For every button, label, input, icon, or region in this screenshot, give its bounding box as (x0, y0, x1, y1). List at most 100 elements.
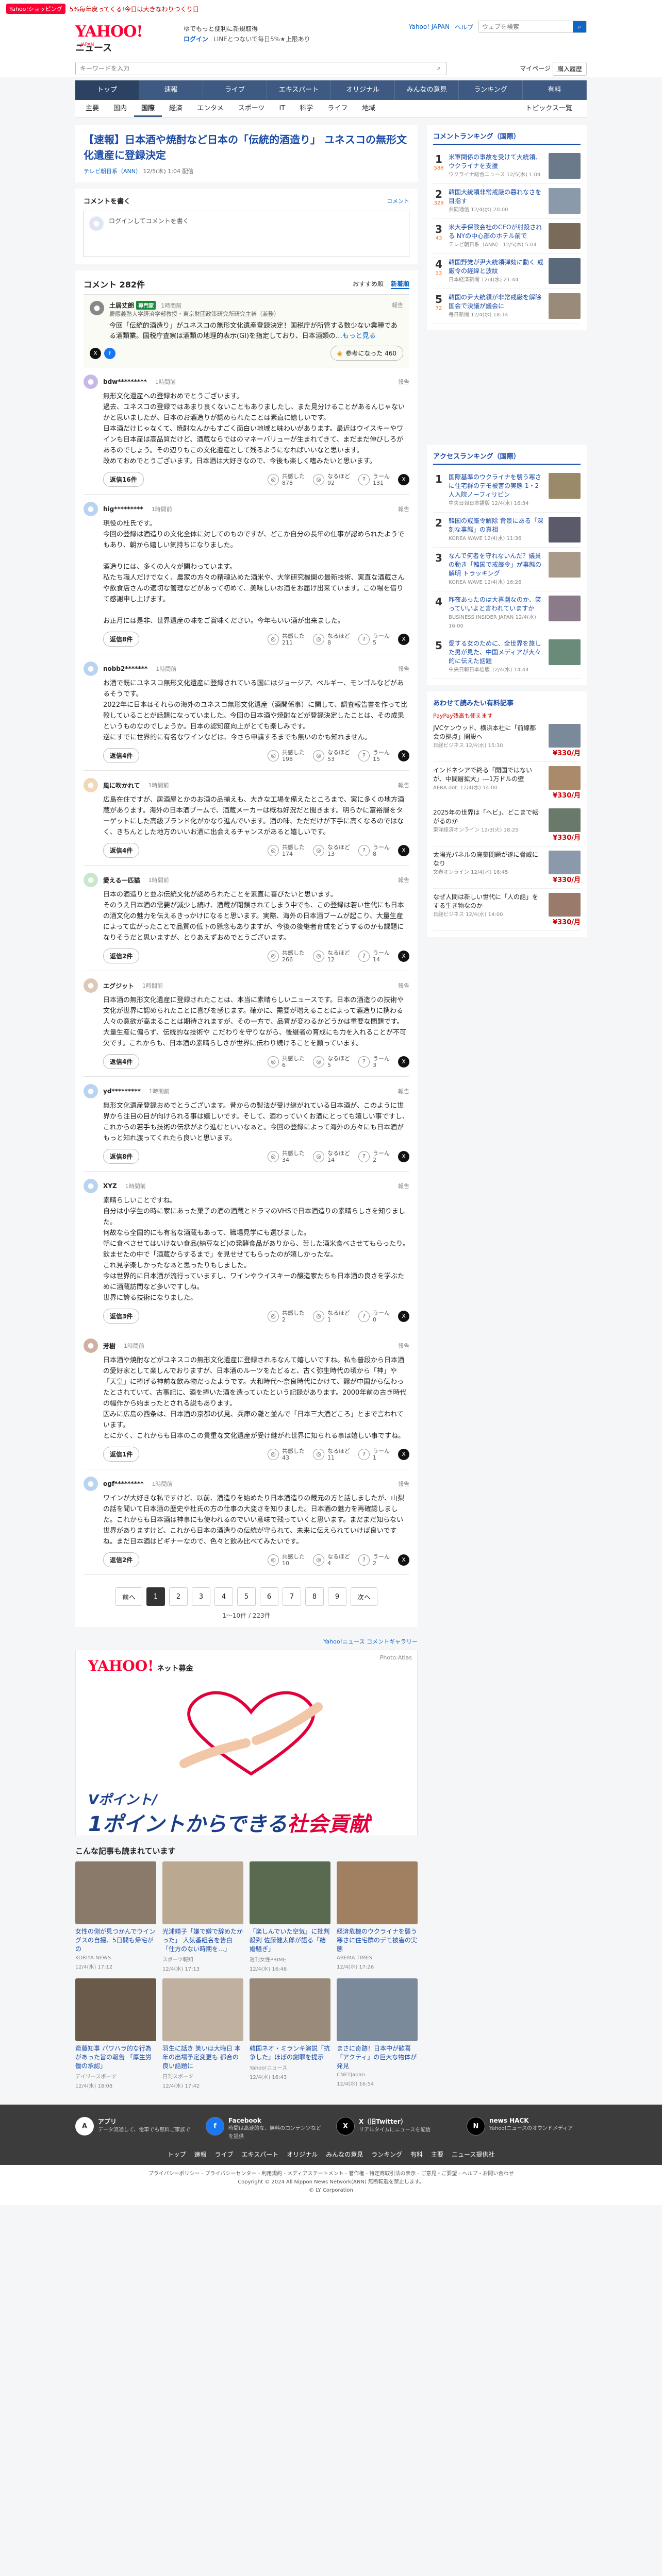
subnav-item[interactable]: 経済 (162, 100, 190, 117)
paid-article[interactable]: 2025年の世界は「ヘビ」、どこまで転がるのか 東洋経済オンライン 12/3(火)… (433, 804, 581, 846)
report-link[interactable]: 報告 (392, 301, 403, 309)
reaction-button[interactable]: ? うーん 15 (358, 749, 390, 762)
comment-user[interactable]: nobb2******* (103, 665, 147, 672)
ranking-item[interactable]: 1 588 米軍関係の事故を受けて大統領、ウクライナを支援 ウクライナ総合ニュース 1… (433, 149, 581, 184)
footer-link[interactable]: ランキング (371, 2150, 402, 2159)
expert-avatar[interactable]: ● (90, 301, 104, 315)
sort-newest[interactable]: 新着順 (390, 279, 409, 289)
subnav-item[interactable]: 国際 (134, 100, 162, 117)
footer-channel[interactable]: Nnews HACK Yahoo!ニュースのオウンドメディア (467, 2117, 587, 2141)
footer-channel[interactable]: A アプリ データ流通して、電車でも無料ご家族で (75, 2117, 195, 2141)
reaction-button[interactable]: ? うーん 8 (358, 844, 390, 857)
page-button[interactable]: 6 (260, 1587, 278, 1606)
x-share-icon[interactable]: X (398, 844, 409, 856)
facebook-share-icon[interactable]: f (104, 347, 115, 359)
expert-name[interactable]: 土居丈朗 (109, 302, 134, 309)
reply-button[interactable]: 返信1件 (103, 1447, 140, 1462)
report-link[interactable]: 報告 (398, 378, 409, 386)
reaction-button[interactable]: ? うーん 2 (358, 1553, 390, 1567)
page-button[interactable]: 1 (146, 1587, 165, 1606)
comment-user[interactable]: XYZ (103, 1182, 117, 1190)
report-link[interactable]: 報告 (398, 665, 409, 673)
rec-article[interactable]: まさに奇跡！日本中が歓喜「アクティ」の巨大な物体が発見 CNETJapan 12/4… (337, 1978, 418, 2089)
article-title[interactable]: 【速報】日本酒や焼酎など日本の「伝統的酒造り」 ユネスコの無形文化遺産に登録決定 (84, 132, 409, 163)
reaction-button[interactable]: ◎ なるほど 11 (313, 1448, 350, 1461)
promo-bar[interactable]: Yahoo!ショッピング 5%毎年戻ってくる!今日は大きなわりつくり日 (0, 0, 662, 18)
reaction-button[interactable]: ◎ 共感した 174 (268, 844, 305, 857)
x-share-icon[interactable]: X (398, 473, 409, 485)
paid-article[interactable]: なぜ人間は新しい世代に「人の話」をする生き物なのか 日経ビジネス 12/4(水) … (433, 889, 581, 931)
subnav-item[interactable]: 地域 (355, 100, 383, 117)
mypage-link[interactable]: マイページ (520, 64, 551, 73)
x-share-icon[interactable]: X (398, 633, 409, 645)
reaction-button[interactable]: ◎ なるほど 14 (313, 1150, 350, 1163)
avatar[interactable]: ● (84, 978, 98, 993)
rec-article[interactable]: 羽生に話き 笑いは大晦日 本年の出場予定変更も 都合の良い話題に 日刊スポーツ 12… (162, 1978, 243, 2089)
page-button[interactable]: 3 (192, 1587, 210, 1606)
footer-policy-links[interactable]: プライバシーポリシー - プライバシーセンター - 利用規約 - メディアステー… (0, 2170, 662, 2178)
comment-user[interactable]: yd********* (103, 1088, 141, 1095)
reaction-button[interactable]: ◎ 共感した 6 (268, 1055, 305, 1069)
x-share-icon[interactable]: X (398, 1150, 409, 1162)
footer-link[interactable]: ニュース提供社 (452, 2150, 494, 2159)
reply-button[interactable]: 返信4件 (103, 1054, 140, 1069)
reaction-button[interactable]: ◎ 共感した 266 (268, 950, 305, 963)
reply-button[interactable]: 返信4件 (103, 843, 140, 858)
paid-article[interactable]: インドネシアで終る「開国ではないが、中間層拡大」---1万ドルの壁 AERA do… (433, 762, 581, 804)
footer-link[interactable]: オリジナル (287, 2150, 318, 2159)
reaction-button[interactable]: ? うーん 1 (358, 1448, 390, 1461)
reaction-button[interactable]: ◎ なるほど 53 (313, 749, 350, 762)
comment-login-box[interactable]: ● ログインしてコメントを書く (84, 211, 409, 257)
comment-user[interactable]: エグジット (103, 981, 134, 990)
yahoo-news-logo[interactable]: YAHOO! ニュース JAPAN (75, 23, 147, 54)
reaction-button[interactable]: ◎ なるほど 5 (313, 1055, 350, 1069)
rec-article[interactable]: 「楽しんでいた空気」に批判殺到 佐藤健太郎が語る「結婚騒ぎ」 週刊女性PRIME 1… (250, 1861, 330, 1972)
ranking-item[interactable]: 5 72 韓国の尹大統領が非常戒厳を解除 国会で決議が議会に 毎日新聞 12/4(水)… (433, 289, 581, 324)
footer-link[interactable]: 有料 (410, 2150, 423, 2159)
reaction-button[interactable]: ◎ なるほど 4 (313, 1553, 350, 1567)
footer-link[interactable]: みんなの意見 (326, 2150, 363, 2159)
rec-article[interactable]: 韓国ネオ・ミランキ演説「抗争した」ほぼの謝罪を提示 Yahoo!ニュース 12/4(… (250, 1978, 330, 2089)
subnav-item[interactable]: 主要 (78, 100, 106, 117)
reaction-button[interactable]: ? うーん 14 (358, 950, 390, 963)
ranking-item[interactable]: 5 愛する女のために、全世界を旅した男が見た、中国メディアが大々的に伝えた話題 中央… (433, 635, 581, 679)
reaction-button[interactable]: ◎ 共感した 10 (268, 1553, 305, 1567)
x-share-icon[interactable]: X (398, 1554, 409, 1566)
page-button[interactable]: 9 (328, 1587, 346, 1606)
ranking-item[interactable]: 4 33 韓国野党が尹大統領弾劾に動く 戒厳令の経緯と波紋 日本経済新聞 12/4(水… (433, 254, 581, 289)
avatar[interactable]: ● (84, 1084, 98, 1098)
article-source[interactable]: テレビ朝日系（ANN） (84, 168, 141, 175)
reply-button[interactable]: 返信4件 (103, 748, 140, 763)
line-link[interactable]: LINEとつないで毎日5%★上限あり (213, 36, 310, 43)
report-link[interactable]: 報告 (398, 1480, 409, 1488)
next-page-button[interactable]: 次へ (351, 1587, 377, 1606)
report-link[interactable]: 報告 (398, 1087, 409, 1095)
reaction-button[interactable]: ◎ 共感した 878 (268, 473, 305, 486)
reaction-button[interactable]: ◎ なるほど 1 (313, 1310, 350, 1323)
ranking-item[interactable]: 4 昨夜あったのは大喜劇なのか、笑っていいよと言われていますか BUSINESS I… (433, 591, 581, 635)
reaction-button[interactable]: ? うーん 2 (358, 1150, 390, 1163)
paid-article[interactable]: JVCケンウッド、横浜本社に「前線都会の拠点」開設へ 日経ビジネス 12/4(水)… (433, 720, 581, 762)
avatar[interactable]: ● (84, 1477, 98, 1491)
reply-button[interactable]: 返信8件 (103, 1149, 140, 1164)
page-button[interactable]: 8 (305, 1587, 324, 1606)
report-link[interactable]: 報告 (398, 981, 409, 990)
footer-link[interactable]: 速報 (194, 2150, 207, 2159)
page-button[interactable]: 2 (169, 1587, 188, 1606)
x-share-icon[interactable]: X (398, 750, 409, 761)
expert-more-link[interactable]: もっと見る (342, 332, 376, 340)
x-share-icon[interactable]: X (398, 950, 409, 962)
comment-user[interactable]: 愛える一匹猫 (103, 876, 140, 885)
subnav-item[interactable]: エンタメ (190, 100, 231, 117)
reaction-button[interactable]: ◎ なるほど 92 (313, 473, 350, 486)
news-search-input[interactable] (76, 62, 432, 75)
nav-item[interactable]: エキスパート (267, 80, 331, 100)
comment-guide-link[interactable]: コメント (387, 197, 409, 205)
report-link[interactable]: 報告 (398, 876, 409, 884)
reply-button[interactable]: 返信2件 (103, 1552, 140, 1567)
nav-item[interactable]: みんなの意見 (395, 80, 459, 100)
x-share-icon[interactable]: X (398, 1310, 409, 1322)
footer-link[interactable]: ライブ (215, 2150, 234, 2159)
footer-link[interactable]: エキスパート (242, 2150, 279, 2159)
reaction-button[interactable]: ◎ なるほど 8 (313, 633, 350, 646)
